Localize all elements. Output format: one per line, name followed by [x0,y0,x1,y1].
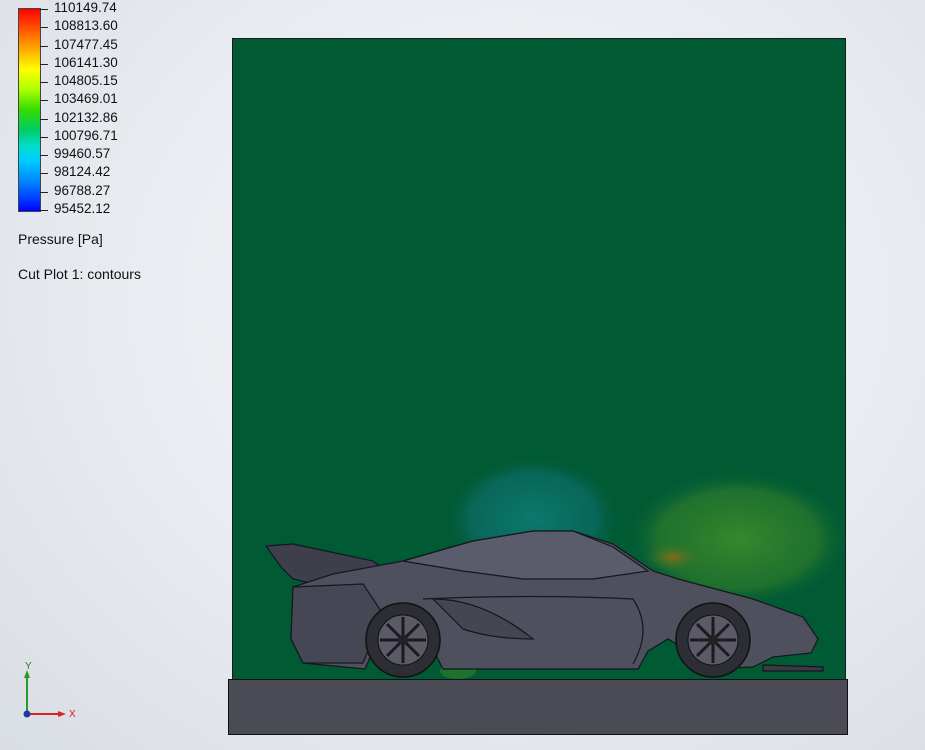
legend-tick-mark [40,27,48,29]
y-axis-label: Y [25,661,32,672]
legend-tick-mark [40,45,48,47]
legend-tick-mark [40,118,48,120]
legend-tick-label: 100796.71 [54,127,118,143]
pressure-legend: 110149.74 108813.60 107477.45 106141.30 1048… [0,0,200,300]
color-scale-bar [18,8,41,212]
legend-tick-mark [40,100,48,102]
legend-tick-label: 103469.01 [54,91,118,107]
legend-tick-label: 96788.27 [54,182,111,198]
legend-tick-label: 106141.30 [54,54,118,70]
x-axis-label: X [69,709,76,720]
legend-tick-label: 104805.15 [54,73,118,89]
legend-tick-mark [40,191,48,193]
legend-tick-mark [40,82,48,84]
legend-tick-mark [40,210,48,211]
legend-tick-label: 99460.57 [54,146,111,162]
legend-tick-label: 95452.12 [54,201,111,216]
stagnation-region [645,543,701,571]
ground-plane [228,679,848,735]
legend-tick-label: 98124.42 [54,164,111,180]
fluid-domain-cut-plot[interactable] [232,38,846,682]
front-splitter [762,664,824,672]
coordinate-triad: Y X [14,660,84,726]
legend-tick-mark [40,136,48,138]
legend-tick-mark [40,9,48,10]
legend-tick-label: 102132.86 [54,109,118,125]
legend-tick-label: 110149.74 [54,0,117,15]
cut-plot-label: Cut Plot 1: contours [18,266,141,282]
front-wheel [675,602,751,678]
legend-tick-mark [40,173,48,175]
legend-tick-mark [40,155,48,157]
legend-tick-mark [40,63,48,65]
contour-svg [264,454,845,679]
rear-wheel [365,602,441,678]
legend-quantity-label: Pressure [Pa] [18,231,103,247]
z-axis-dot [23,710,31,718]
legend-tick-label: 107477.45 [54,36,118,52]
legend-tick-label: 108813.60 [54,18,118,34]
